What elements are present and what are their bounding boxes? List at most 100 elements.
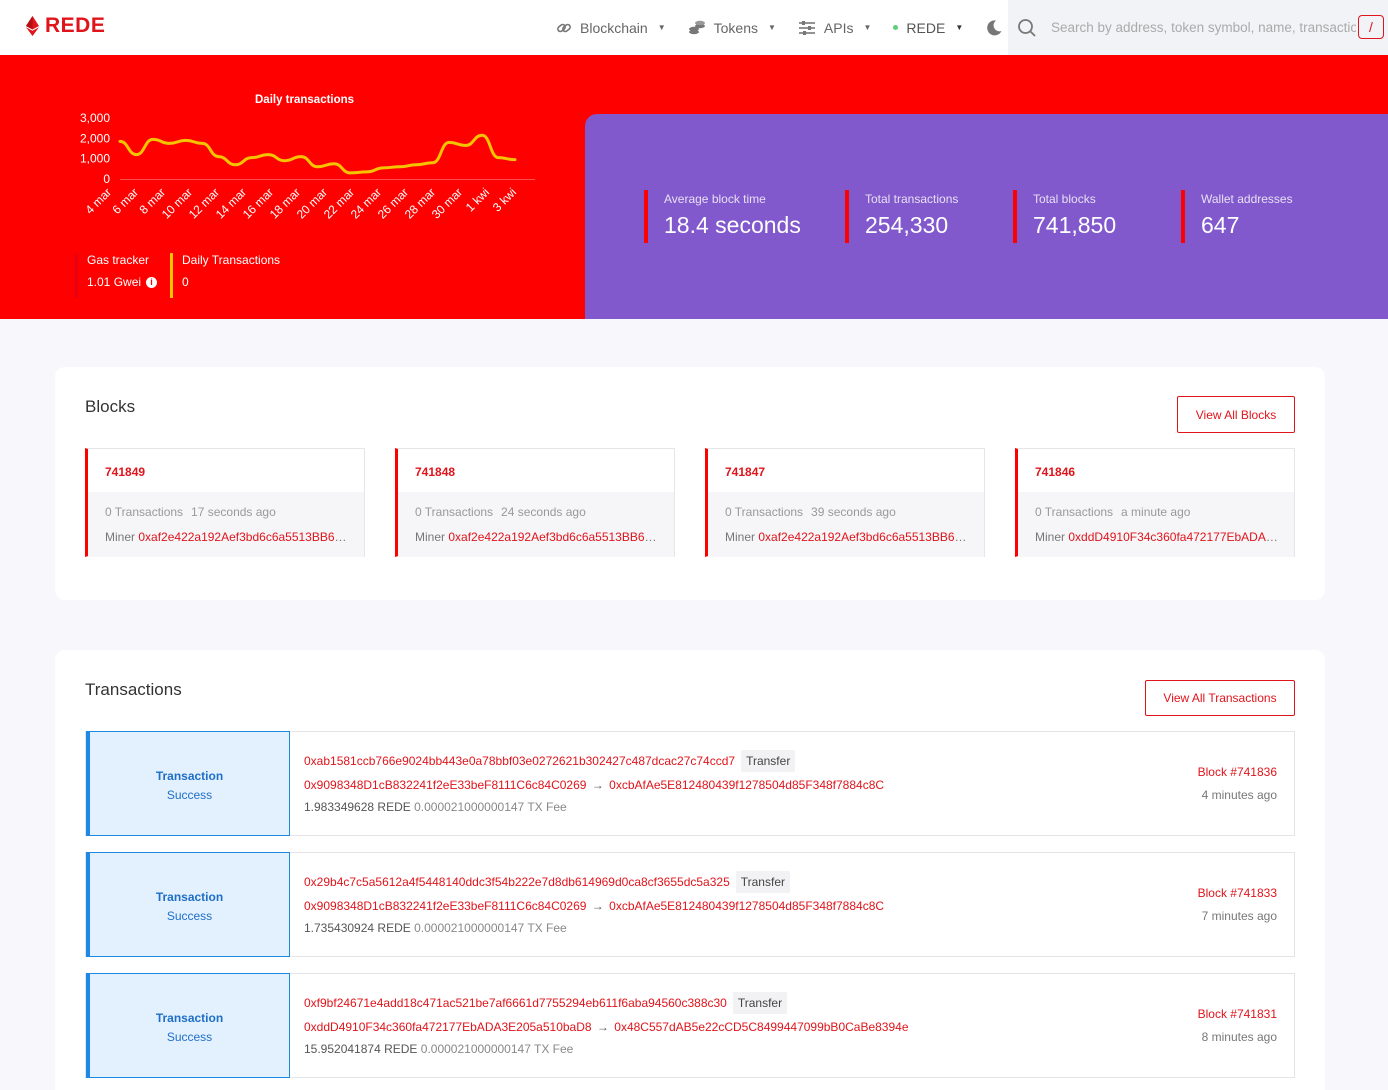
nav-blockchain[interactable]: Blockchain ▼ [556, 20, 666, 36]
tx-from-link[interactable]: 0x9098348D1cB832241f2eE33beF8111C6c84C02… [304, 778, 586, 792]
gas-tracker: Gas tracker 1.01 Gwei i [75, 253, 158, 298]
block-number-link[interactable]: 741848 [415, 465, 455, 479]
tx-status-title: Transaction [155, 890, 224, 904]
stat-value: 647 [1201, 212, 1240, 238]
arrow-right-icon: → [591, 899, 604, 913]
blocks-title: Blocks [85, 397, 136, 416]
miner-address-link[interactable]: 0xaf2e422a192Aef3bd6c6a5513BB6B1e94EB6E1… [138, 530, 350, 544]
tx-value-line: 1.983349628 REDE 0.000021000000147 TX Fe… [304, 800, 567, 814]
tx-addresses: 0x9098348D1cB832241f2eE33beF8111C6c84C02… [304, 778, 884, 792]
tx-hash-link[interactable]: 0x29b4c7c5a5612a4f5448140ddc3f54b222e7d8… [304, 875, 730, 889]
block-tile[interactable]: 741847 0 Transactions 39 seconds ago Mine… [705, 448, 985, 557]
stat-value: 18.4 seconds [664, 212, 801, 238]
tx-hash-line: 0xf9bf24671e4add18c471ac521be7af6661d775… [304, 992, 788, 1014]
block-info: 0 Transactions 39 seconds ago Miner 0xaf2… [708, 492, 984, 557]
block-info: 0 Transactions 17 seconds ago Miner 0xaf2… [88, 492, 364, 557]
miner-address-link[interactable]: 0xaf2e422a192Aef3bd6c6a5513BB6B1e94EB6E1… [448, 530, 660, 544]
search-icon [1018, 18, 1036, 37]
nav-blockchain-label: Blockchain [580, 19, 648, 36]
coins-icon [688, 20, 705, 34]
block-number-link[interactable]: 741849 [105, 465, 145, 479]
x-tick-label: 4 mar [83, 185, 115, 217]
tx-status: Success [166, 1030, 213, 1044]
daily-transactions-chart: 3,0002,0001,00004 mar6 mar8 mar10 mar12 … [80, 111, 535, 222]
tx-value: 1.983349628 REDE [304, 800, 411, 814]
tx-time: 4 minutes ago [1201, 788, 1277, 802]
tx-block-link[interactable]: Block #741831 [1198, 1007, 1277, 1021]
arrow-right-icon: → [591, 778, 604, 792]
block-tile[interactable]: 741849 0 Transactions 17 seconds ago Mine… [85, 448, 365, 557]
x-tick-label: 30 mar [429, 185, 465, 221]
block-miner: Miner 0xaf2e422a192Aef3bd6c6a5513BB6B1e9… [725, 530, 970, 544]
tx-value: 15.952041874 REDE [304, 1042, 418, 1056]
miner-address-link[interactable]: 0xaf2e422a192Aef3bd6c6a5513BB6B1e94EB6E1… [758, 530, 970, 544]
tx-hash-link[interactable]: 0xab1581ccb766e9024bb443e0a78bbf03e02726… [304, 754, 735, 768]
tx-type-badge: Transfer [735, 871, 790, 893]
block-meta: 0 Transactions 39 seconds ago [725, 505, 896, 519]
block-tx-count: 0 Transactions [415, 505, 494, 519]
transactions-title: Transactions [85, 680, 182, 699]
block-number-link[interactable]: 741846 [1035, 465, 1075, 479]
nav-network-label: REDE [906, 19, 946, 36]
search-input[interactable] [1051, 20, 1356, 35]
x-tick-label: 6 mar [110, 185, 142, 217]
miner-address-link[interactable]: 0xddD4910F34c360fa472177EbADA3E205a510ba… [1068, 530, 1280, 544]
stat-label: Total blocks [1033, 192, 1096, 206]
tx-from-link[interactable]: 0xddD4910F34c360fa472177EbADA3E205a510ba… [304, 1020, 592, 1034]
daily-transactions-label: Daily Transactions [182, 253, 281, 267]
stat-value: 254,330 [865, 212, 949, 238]
chevron-down-icon: ▼ [767, 23, 776, 32]
block-number-link[interactable]: 741847 [725, 465, 765, 479]
tx-from-link[interactable]: 0x9098348D1cB832241f2eE33beF8111C6c84C02… [304, 899, 586, 913]
info-icon[interactable]: i [146, 276, 158, 288]
gas-tracker-label: Gas tracker [87, 253, 150, 267]
logo[interactable]: REDE [26, 14, 105, 38]
gas-price: 1.01 Gwei [87, 275, 142, 289]
tx-value: 1.735430924 REDE [304, 921, 411, 935]
tx-hash-link[interactable]: 0xf9bf24671e4add18c471ac521be7af6661d775… [304, 996, 727, 1010]
tx-status-box: Transaction Success [86, 973, 290, 1078]
miner-label: Miner [105, 530, 136, 544]
x-tick-label: 3 kwi [490, 185, 519, 214]
block-tile[interactable]: 741848 0 Transactions 24 seconds ago Mine… [395, 448, 675, 557]
chevron-down-icon: ▼ [955, 23, 964, 32]
chevron-down-icon: ▼ [657, 23, 666, 32]
gas-tracker-value: 1.01 Gwei i [87, 275, 158, 289]
y-tick-label: 3,000 [80, 111, 110, 125]
network-dot-icon [893, 25, 899, 30]
tx-block-link[interactable]: Block #741836 [1198, 765, 1277, 779]
dark-mode-toggle[interactable] [985, 19, 1003, 37]
tx-fee: 0.000021000000147 TX Fee [420, 1042, 574, 1056]
tx-to-link[interactable]: 0xcbAfAe5E812480439f1278504d85F348f7884c… [609, 899, 884, 913]
tx-to-link[interactable]: 0x48C557dAB5e22cCD5C8499447099bB0CaBe839… [614, 1020, 908, 1034]
tx-hash-line: 0x29b4c7c5a5612a4f5448140ddc3f54b222e7d8… [304, 871, 790, 893]
block-time: a minute ago [1121, 505, 1191, 519]
daily-transactions-value: 0 [182, 275, 189, 289]
tx-status-title: Transaction [155, 769, 224, 783]
tx-time: 7 minutes ago [1201, 909, 1277, 923]
chevron-down-icon: ▼ [863, 23, 872, 32]
block-info: 0 Transactions 24 seconds ago Miner 0xaf2… [398, 492, 674, 557]
tx-value-line: 15.952041874 REDE 0.000021000000147 TX F… [304, 1042, 573, 1056]
nav-tokens[interactable]: Tokens ▼ [688, 20, 776, 36]
tx-to-link[interactable]: 0xcbAfAe5E812480439f1278504d85F348f7884c… [609, 778, 884, 792]
tx-type-badge: Transfer [741, 750, 796, 772]
tx-block-link[interactable]: Block #741833 [1198, 886, 1277, 900]
arrow-right-icon: → [596, 1020, 609, 1034]
tx-status-title: Transaction [155, 1011, 224, 1025]
y-tick-label: 0 [103, 172, 110, 186]
stat-wallet-addresses: Wallet addresses 647 [1181, 190, 1293, 243]
block-miner: Miner 0xaf2e422a192Aef3bd6c6a5513BB6B1e9… [105, 530, 350, 544]
block-tile[interactable]: 741846 0 Transactions a minute ago Miner … [1015, 448, 1295, 557]
stat-total-blocks: Total blocks 741,850 [1013, 190, 1116, 243]
tx-status-box: Transaction Success [86, 731, 290, 836]
nav-apis[interactable]: APIs ▼ [798, 19, 872, 36]
tx-time: 8 minutes ago [1201, 1030, 1277, 1044]
tx-status: Success [166, 909, 213, 923]
tx-status-box: Transaction Success [86, 852, 290, 957]
nav-network[interactable]: REDE ▼ [893, 20, 963, 36]
view-all-blocks-button[interactable]: View All Blocks [1177, 396, 1295, 433]
view-all-transactions-button[interactable]: View All Transactions [1145, 680, 1295, 716]
ethereum-diamond-icon [26, 16, 39, 36]
nav-apis-label: APIs [823, 19, 854, 36]
